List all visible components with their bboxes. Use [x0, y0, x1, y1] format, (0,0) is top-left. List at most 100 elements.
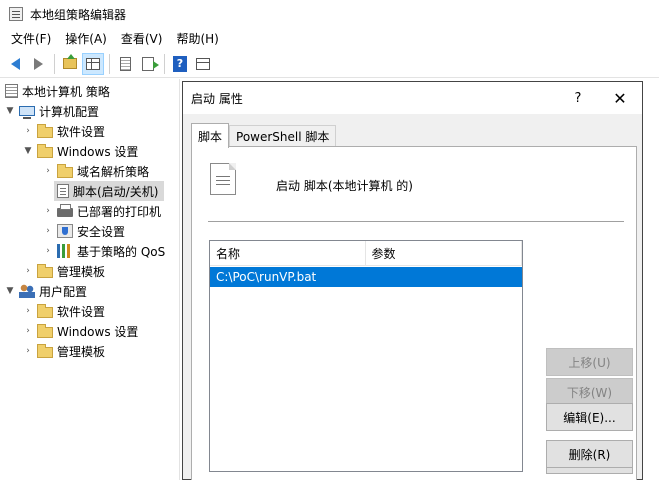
help-button[interactable]: ?	[169, 53, 191, 75]
list-item[interactable]: C:\PoC\runVP.bat	[210, 267, 522, 287]
users-icon	[19, 284, 35, 298]
menu-file[interactable]: 文件(F)	[4, 28, 58, 50]
divider	[208, 221, 624, 222]
chevron-right-icon[interactable]: ›	[42, 206, 54, 216]
tree-item-user-windows[interactable]: › Windows 设置	[22, 321, 138, 341]
chevron-right-icon[interactable]: ›	[22, 346, 34, 356]
script-icon	[57, 184, 69, 198]
tree-item-security[interactable]: › 安全设置	[42, 221, 125, 241]
tree-item-printers[interactable]: › 已部署的打印机	[42, 201, 161, 221]
tree-item-qos[interactable]: › 基于策略的 QoS	[42, 241, 165, 261]
script-file-icon	[210, 163, 236, 195]
export-list-button[interactable]	[137, 53, 159, 75]
bar-chart-icon	[57, 244, 73, 258]
tree-item-label: 软件设置	[57, 304, 106, 319]
dialog-close-button[interactable]: ✕	[604, 82, 636, 114]
up-one-level-button[interactable]	[59, 53, 81, 75]
menu-bar: 文件(F) 操作(A) 查看(V) 帮助(H)	[0, 28, 659, 50]
toolbar-separator	[164, 53, 165, 74]
properties-button[interactable]	[114, 53, 136, 75]
folder-icon	[37, 123, 53, 138]
policy-icon	[5, 84, 18, 98]
tree-item-dns-policy[interactable]: › 域名解析策略	[42, 161, 149, 181]
move-up-button[interactable]: 上移(U)	[546, 348, 633, 376]
chevron-right-icon[interactable]: ›	[22, 306, 34, 316]
chevron-right-icon[interactable]: ›	[22, 266, 34, 276]
forward-button[interactable]	[27, 53, 49, 75]
toolbar: ?	[0, 50, 659, 78]
folder-icon	[37, 323, 53, 338]
delete-button[interactable]: 删除(R)	[546, 440, 633, 468]
chevron-right-icon[interactable]: ›	[42, 166, 54, 176]
startup-properties-dialog: 启动 属性 ? ✕ 脚本 PowerShell 脚本 启动 脚本(本地计算机 的…	[182, 81, 643, 480]
scripts-heading: 启动 脚本(本地计算机 的)	[276, 179, 413, 193]
up-folder-icon	[63, 54, 77, 69]
policy-tree: 本地计算机 策略 ▼ 计算机配置 › 软件设置 ▼ Windows 设置 › 域…	[0, 79, 180, 480]
tab-scripts[interactable]: 脚本	[191, 123, 230, 148]
chevron-right-icon[interactable]: ›	[42, 226, 54, 236]
tree-item-user-admin[interactable]: › 管理模板	[22, 341, 105, 361]
tree-item-computer-config[interactable]: ▼ 计算机配置	[4, 101, 99, 121]
tree-item-label: 安全设置	[77, 224, 126, 239]
security-shield-icon	[57, 224, 73, 238]
export-list-icon	[142, 56, 159, 71]
tree-item-windows-settings[interactable]: ▼ Windows 设置	[22, 141, 138, 161]
dialog-title: 启动 属性	[191, 91, 243, 106]
help-icon: ?	[173, 55, 187, 72]
tree-item-label: 用户配置	[39, 284, 88, 299]
chevron-down-icon[interactable]: ▼	[4, 106, 16, 116]
tree-item-user-config[interactable]: ▼ 用户配置	[4, 281, 87, 301]
tree-item-label: 已部署的打印机	[77, 204, 162, 219]
move-down-button[interactable]: 下移(W)	[546, 378, 633, 406]
folder-icon	[37, 263, 53, 278]
tree-item-label: 管理模板	[57, 344, 106, 359]
tree-item-label: 计算机配置	[39, 104, 100, 119]
toolbar-separator	[54, 53, 55, 74]
show-hide-tree-icon	[86, 57, 100, 70]
computer-icon	[19, 106, 35, 119]
forward-arrow-icon	[33, 57, 43, 70]
window-title: 本地组策略编辑器	[30, 7, 127, 22]
folder-icon	[57, 163, 73, 178]
chevron-right-icon[interactable]: ›	[22, 126, 34, 136]
folder-icon	[37, 343, 53, 358]
dialog-help-button[interactable]: ?	[566, 82, 590, 114]
tab-powershell-scripts[interactable]: PowerShell 脚本	[229, 125, 337, 147]
toolbar-separator	[109, 53, 110, 74]
console-panel-icon	[196, 57, 210, 70]
menu-help[interactable]: 帮助(H)	[169, 28, 225, 50]
chevron-down-icon[interactable]: ▼	[22, 146, 34, 156]
tree-item-label: 脚本(启动/关机)	[73, 184, 159, 199]
tree-item-label: Windows 设置	[57, 144, 139, 159]
script-name-cell: C:\PoC\runVP.bat	[216, 270, 317, 284]
scripts-list[interactable]: 名称 参数 C:\PoC\runVP.bat	[209, 240, 523, 472]
tree-item-root[interactable]: 本地计算机 策略	[2, 81, 110, 101]
dialog-tabs: 脚本 PowerShell 脚本	[191, 123, 337, 148]
chevron-down-icon[interactable]: ▼	[4, 286, 16, 296]
properties-icon	[119, 56, 131, 71]
chevron-right-icon[interactable]: ›	[42, 246, 54, 256]
tree-item-admin-templates[interactable]: › 管理模板	[22, 261, 105, 281]
console-panel-button[interactable]	[192, 53, 214, 75]
window-titlebar: 本地组策略编辑器	[0, 0, 659, 28]
tree-item-label: 本地计算机 策略	[22, 84, 110, 99]
back-arrow-icon	[10, 57, 20, 70]
tree-item-label: 基于策略的 QoS	[77, 244, 166, 259]
folder-open-icon	[37, 143, 53, 158]
tree-item-scripts[interactable]: 脚本(启动/关机)	[54, 181, 165, 201]
chevron-right-icon[interactable]: ›	[22, 326, 34, 336]
tree-item-label: Windows 设置	[57, 324, 139, 339]
menu-action[interactable]: 操作(A)	[58, 28, 114, 50]
tree-item-software-settings[interactable]: › 软件设置	[22, 121, 105, 141]
menu-view[interactable]: 查看(V)	[114, 28, 170, 50]
edit-button[interactable]: 编辑(E)...	[546, 403, 633, 431]
back-button[interactable]	[4, 53, 26, 75]
tree-item-label: 软件设置	[57, 124, 106, 139]
group-policy-app-icon	[9, 7, 23, 21]
column-header-name[interactable]: 名称	[210, 241, 366, 266]
list-header: 名称 参数	[210, 241, 522, 266]
show-hide-tree-button[interactable]	[82, 52, 104, 75]
column-header-params[interactable]: 参数	[366, 241, 522, 266]
tree-item-user-software[interactable]: › 软件设置	[22, 301, 105, 321]
printer-icon	[57, 204, 73, 217]
